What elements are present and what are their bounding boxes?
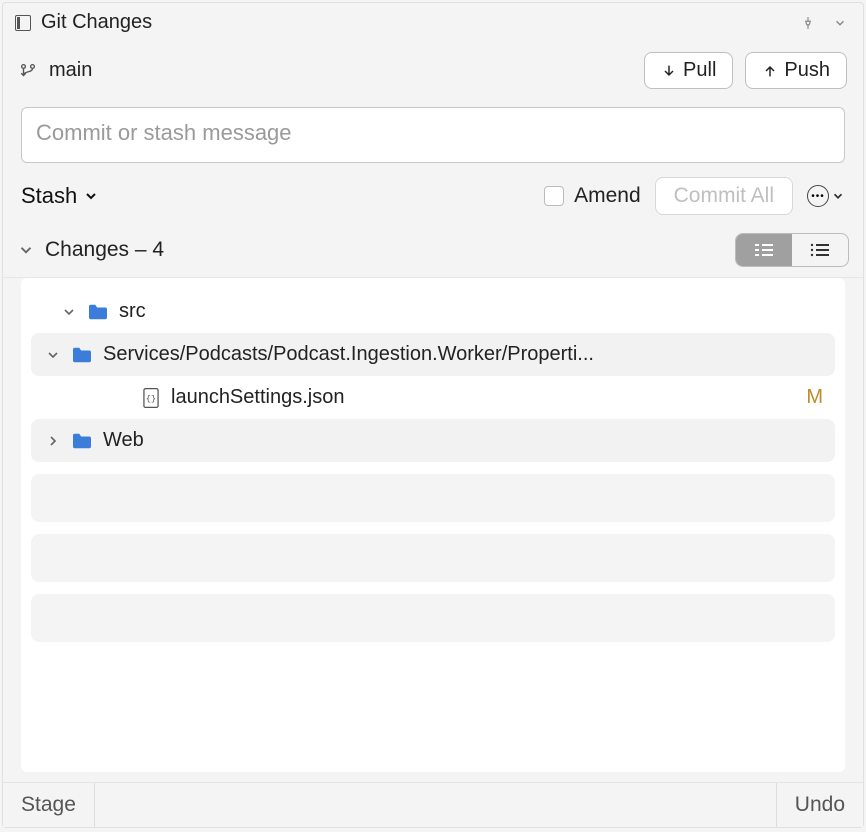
changes-count-label: Changes – 4 [45,238,725,262]
view-mode-toggle [735,233,849,267]
git-changes-panel: Git Changes main Pull Push Stash [2,2,864,828]
pull-button[interactable]: Pull [644,52,733,89]
push-label: Push [784,59,830,82]
tree-view-icon [752,241,776,259]
amend-label: Amend [574,184,641,208]
folder-icon [71,432,93,450]
list-view-toggle[interactable] [792,234,848,266]
stash-dropdown[interactable]: Stash [21,183,99,209]
pull-label: Pull [683,59,716,82]
commit-message-box[interactable] [21,107,845,163]
chevron-down-icon [831,189,845,203]
push-button[interactable]: Push [745,52,847,89]
tree-view-toggle[interactable] [736,234,792,266]
chevron-down-icon [83,188,99,204]
branch-icon [19,61,37,81]
tree-label: Web [103,429,821,452]
folder-icon [71,346,93,364]
tree-label: Services/Podcasts/Podcast.Ingestion.Work… [103,343,821,366]
tree-folder-src[interactable]: src [21,292,845,331]
tree-file-launchsettings[interactable]: {} launchSettings.json M [21,378,845,417]
panel-menu-chevron-icon[interactable] [829,12,851,34]
changes-header: Changes – 4 [3,227,863,278]
more-actions-button[interactable]: ••• [807,185,845,207]
branch-bar: main Pull Push [3,42,863,103]
chevron-down-icon[interactable] [61,304,77,320]
file-status-modified: M [806,386,831,409]
stash-label: Stash [21,183,77,209]
footer-bar: Stage Undo [3,782,863,827]
commit-message-input[interactable] [36,120,830,146]
placeholder-row [31,474,835,522]
chevron-right-icon[interactable] [45,433,61,449]
tree-folder-web[interactable]: Web [31,419,835,462]
panel-titlebar: Git Changes [3,3,863,42]
commit-all-button[interactable]: Commit All [655,177,793,215]
tree-folder-properties[interactable]: Services/Podcasts/Podcast.Ingestion.Work… [31,333,835,376]
changes-collapse-chevron-icon[interactable] [17,241,35,259]
panel-title: Git Changes [41,11,787,34]
folder-icon [87,303,109,321]
arrow-down-icon [661,62,677,80]
panel-icon [15,15,31,31]
checkbox-box [544,186,564,206]
chevron-down-icon[interactable] [45,347,61,363]
pin-icon[interactable] [797,12,819,34]
amend-checkbox[interactable]: Amend [544,184,641,208]
changes-tree: src Services/Podcasts/Podcast.Ingestion.… [21,278,845,772]
placeholder-row [31,594,835,642]
arrow-up-icon [762,62,778,80]
action-bar: Stash Amend Commit All ••• [3,173,863,227]
placeholder-row [31,534,835,582]
undo-button[interactable]: Undo [777,783,863,827]
branch-name[interactable]: main [49,59,632,82]
tree-label: launchSettings.json [171,386,796,409]
list-view-icon [808,241,832,259]
tree-label: src [119,300,831,323]
svg-text:{}: {} [146,394,156,404]
ellipsis-icon: ••• [807,185,829,207]
json-file-icon: {} [141,387,161,409]
stage-button[interactable]: Stage [3,783,94,827]
